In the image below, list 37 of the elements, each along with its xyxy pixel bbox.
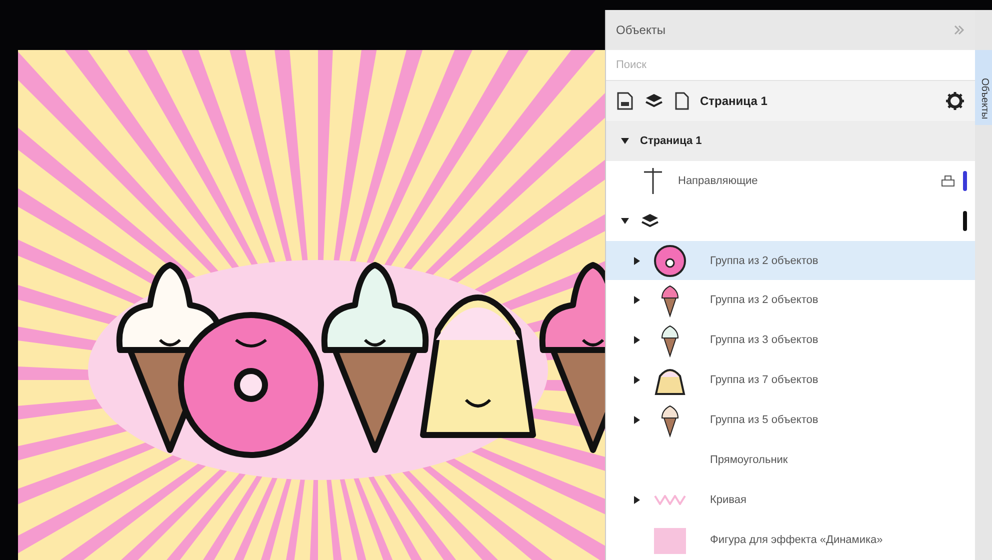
page-label[interactable]: Страница 1 xyxy=(640,134,702,147)
object-row[interactable]: Группа из 2 объектов xyxy=(606,240,976,280)
object-label: Группа из 2 объектов xyxy=(710,294,820,306)
object-label: Группа из 3 объектов xyxy=(710,334,820,346)
layers-icon[interactable] xyxy=(644,92,664,110)
donut-thumbnail xyxy=(652,242,688,279)
panel-title: Объекты xyxy=(616,22,666,37)
expand-triangle-icon[interactable] xyxy=(633,376,641,384)
expand-triangle-icon[interactable] xyxy=(633,416,641,424)
page-icon[interactable] xyxy=(674,90,690,111)
new-page-icon[interactable] xyxy=(616,90,634,111)
object-row[interactable]: Группа из 7 объектов xyxy=(606,360,976,400)
object-label: Прямоугольник xyxy=(710,454,789,466)
current-page-label: Страница 1 xyxy=(700,94,768,108)
object-label: Фигура для эффекта «Динамика» xyxy=(710,534,884,546)
expand-triangle-icon[interactable] xyxy=(633,336,641,344)
expand-triangle-icon[interactable] xyxy=(633,296,641,304)
object-row[interactable]: Прямоугольник xyxy=(606,440,976,480)
object-row[interactable]: Фигура для эффекта «Динамика» xyxy=(606,520,976,560)
collapse-triangle-icon[interactable] xyxy=(621,216,629,225)
object-label: Группа из 2 объектов xyxy=(710,254,820,267)
collapse-triangle-icon[interactable] xyxy=(621,136,629,145)
layer-label[interactable]: Направляющие xyxy=(678,174,934,187)
expand-triangle-icon[interactable] xyxy=(633,496,641,504)
object-label: Кривая xyxy=(710,494,748,506)
object-row[interactable]: Группа из 2 объектов xyxy=(606,280,976,320)
object-row[interactable]: Группа из 5 объектов xyxy=(606,400,976,440)
object-label: Группа из 5 объектов xyxy=(710,414,820,426)
curve-thumbnail xyxy=(654,495,686,506)
printer-icon[interactable] xyxy=(941,174,956,188)
object-row[interactable]: Группа из 3 объектов xyxy=(606,320,976,360)
object-label: Группа из 7 объектов xyxy=(710,374,820,386)
settings-icon[interactable] xyxy=(945,90,966,111)
layers-icon xyxy=(640,212,660,230)
docker-tab[interactable]: Объекты xyxy=(975,50,992,126)
object-row[interactable]: Кривая xyxy=(606,480,976,520)
expand-triangle-icon[interactable] xyxy=(633,256,641,265)
